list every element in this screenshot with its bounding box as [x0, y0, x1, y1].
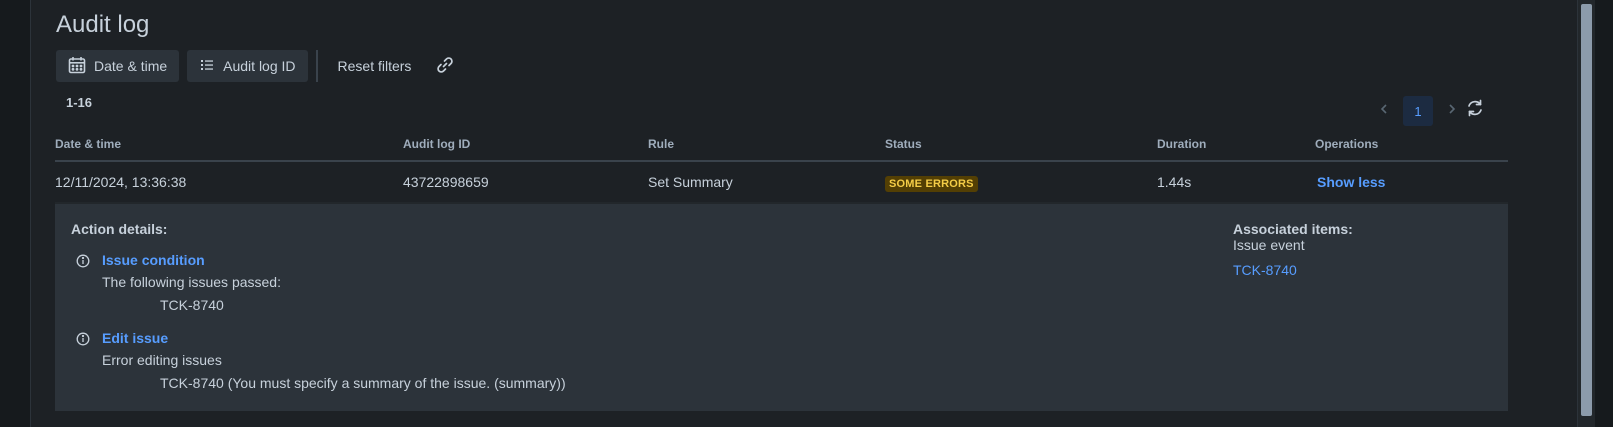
- cell-date-time: 12/11/2024, 13:36:38: [55, 174, 187, 190]
- edit-issue-link[interactable]: Edit issue: [102, 330, 168, 346]
- column-header-rule[interactable]: Rule: [648, 137, 674, 151]
- calendar-icon: [68, 56, 86, 77]
- expanded-row-details: Action details: Issue condition The foll…: [55, 202, 1508, 411]
- audit-log-id-filter-button[interactable]: Audit log ID: [187, 50, 308, 82]
- audit-log-panel: Audit log Date & time Audit log ID Reset…: [31, 0, 1578, 427]
- issue-condition-detail: TCK-8740: [160, 297, 224, 313]
- page-number-button[interactable]: 1: [1403, 96, 1433, 126]
- column-header-status[interactable]: Status: [885, 137, 922, 151]
- associated-items-heading: Associated items:: [1233, 221, 1353, 237]
- status-badge: SOME ERRORS: [885, 176, 978, 192]
- column-header-audit-log-id[interactable]: Audit log ID: [403, 137, 470, 151]
- results-range: 1-16: [66, 95, 93, 110]
- pagination: 1: [1371, 96, 1465, 126]
- date-time-filter-button[interactable]: Date & time: [56, 50, 180, 82]
- action-details-heading: Action details:: [71, 221, 168, 237]
- list-icon: [199, 57, 215, 76]
- copy-link-button[interactable]: [423, 50, 467, 82]
- column-header-duration[interactable]: Duration: [1157, 137, 1206, 151]
- next-page-button[interactable]: [1439, 98, 1465, 124]
- associated-item-type: Issue event: [1233, 237, 1305, 253]
- edit-issue-detail: TCK-8740 (You must specify a summary of …: [160, 375, 566, 391]
- associated-item-link[interactable]: TCK-8740: [1233, 262, 1297, 278]
- reset-filters-button[interactable]: Reset filters: [326, 50, 424, 82]
- show-less-link[interactable]: Show less: [1317, 174, 1385, 190]
- table-header: Date & time Audit log ID Rule Status Dur…: [55, 130, 1508, 162]
- cell-rule: Set Summary: [648, 174, 733, 190]
- left-sidebar-edge: [0, 0, 31, 427]
- vertical-scrollbar[interactable]: [1577, 0, 1595, 427]
- chevron-right-icon: [1446, 102, 1458, 120]
- refresh-icon: [1465, 98, 1485, 123]
- audit-log-id-filter-label: Audit log ID: [223, 58, 296, 74]
- chevron-left-icon: [1378, 102, 1390, 120]
- cell-duration: 1.44s: [1157, 174, 1192, 190]
- reset-filters-label: Reset filters: [337, 58, 412, 74]
- refresh-button[interactable]: [1463, 98, 1487, 122]
- link-icon: [435, 55, 455, 78]
- toolbar-divider: [315, 50, 318, 82]
- filter-toolbar: Date & time Audit log ID Reset filters: [56, 50, 467, 82]
- previous-page-button[interactable]: [1371, 98, 1397, 124]
- issue-condition-message: The following issues passed:: [102, 274, 281, 290]
- info-icon: [76, 332, 90, 346]
- column-header-operations: Operations: [1315, 137, 1379, 151]
- date-time-filter-label: Date & time: [94, 58, 168, 74]
- scrollbar-thumb[interactable]: [1581, 4, 1592, 416]
- page-title: Audit log: [56, 11, 150, 38]
- cell-audit-log-id: 43722898659: [403, 174, 489, 190]
- edit-issue-message: Error editing issues: [102, 352, 222, 368]
- column-header-date-time[interactable]: Date & time: [55, 137, 121, 151]
- info-icon: [76, 254, 90, 268]
- right-edge: [1595, 0, 1613, 427]
- issue-condition-link[interactable]: Issue condition: [102, 252, 205, 268]
- table-row: 12/11/2024, 13:36:38 43722898659 Set Sum…: [55, 162, 1508, 202]
